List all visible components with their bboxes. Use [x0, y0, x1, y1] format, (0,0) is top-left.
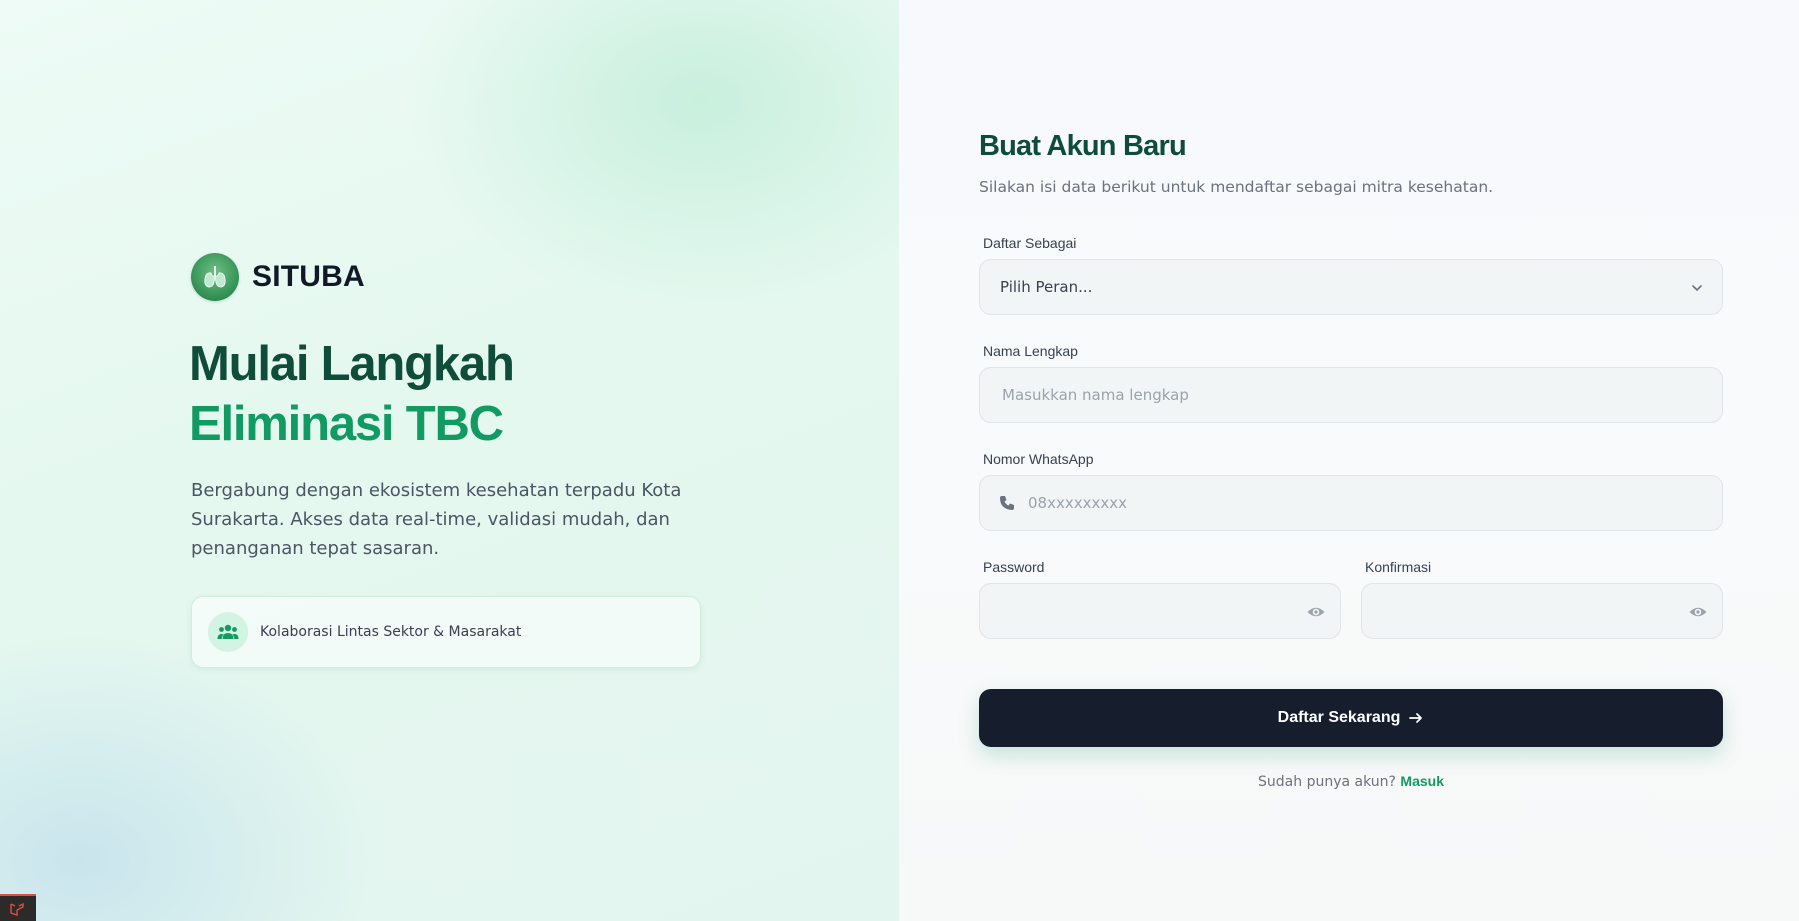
form-title: Buat Akun Baru [979, 130, 1187, 162]
form-subtitle: Silakan isi data berikut untuk mendaftar… [979, 178, 1494, 196]
whatsapp-label: Nomor WhatsApp [983, 451, 1094, 467]
name-input[interactable] [1000, 385, 1722, 405]
register-panel: Buat Akun Baru Silakan isi data berikut … [899, 0, 1799, 921]
role-select-value: Pilih Peran... [1000, 278, 1093, 296]
chevron-down-icon [1692, 285, 1702, 292]
lungs-icon [191, 253, 239, 301]
confirm-input[interactable] [1382, 601, 1676, 621]
role-select[interactable]: Pilih Peran... [979, 259, 1723, 315]
login-link[interactable]: Masuk [1400, 773, 1444, 789]
password-input[interactable] [1000, 601, 1294, 621]
role-label: Daftar Sebagai [983, 235, 1077, 251]
brand: SITUBA [191, 253, 365, 301]
confirm-label: Konfirmasi [1365, 559, 1432, 575]
eye-icon[interactable] [1306, 602, 1326, 622]
feature-label: Kolaborasi Lintas Sektor & Masarakat [260, 624, 522, 640]
headline-line-1: Mulai Langkah [189, 337, 515, 391]
register-button-label: Daftar Sekarang [1277, 709, 1401, 726]
register-button[interactable]: Daftar Sekarang [979, 689, 1723, 747]
confirm-field [1361, 583, 1723, 639]
name-field [979, 367, 1723, 423]
hero-headline: Mulai Langkah Eliminasi TBC [189, 334, 515, 454]
name-label: Nama Lengkap [983, 343, 1078, 359]
phone-icon [1000, 496, 1014, 510]
arrow-right-icon [1409, 713, 1423, 723]
laravel-icon[interactable] [0, 894, 36, 921]
whatsapp-field [979, 475, 1723, 531]
password-label: Password [983, 559, 1045, 575]
hero-panel: SITUBA Mulai Langkah Eliminasi TBC Berga… [0, 0, 899, 921]
brand-name: SITUBA [252, 260, 365, 293]
hero-description: Bergabung dengan ekosistem kesehatan ter… [191, 480, 682, 559]
login-prompt: Sudah punya akun? [1258, 774, 1396, 790]
whatsapp-input[interactable] [1026, 493, 1722, 513]
feature-card: Kolaborasi Lintas Sektor & Masarakat [191, 596, 701, 668]
password-field [979, 583, 1341, 639]
login-row: Sudah punya akun? Masuk [979, 773, 1723, 790]
headline-line-2: Eliminasi TBC [189, 397, 504, 451]
eye-icon[interactable] [1688, 602, 1708, 622]
users-icon [208, 612, 248, 652]
